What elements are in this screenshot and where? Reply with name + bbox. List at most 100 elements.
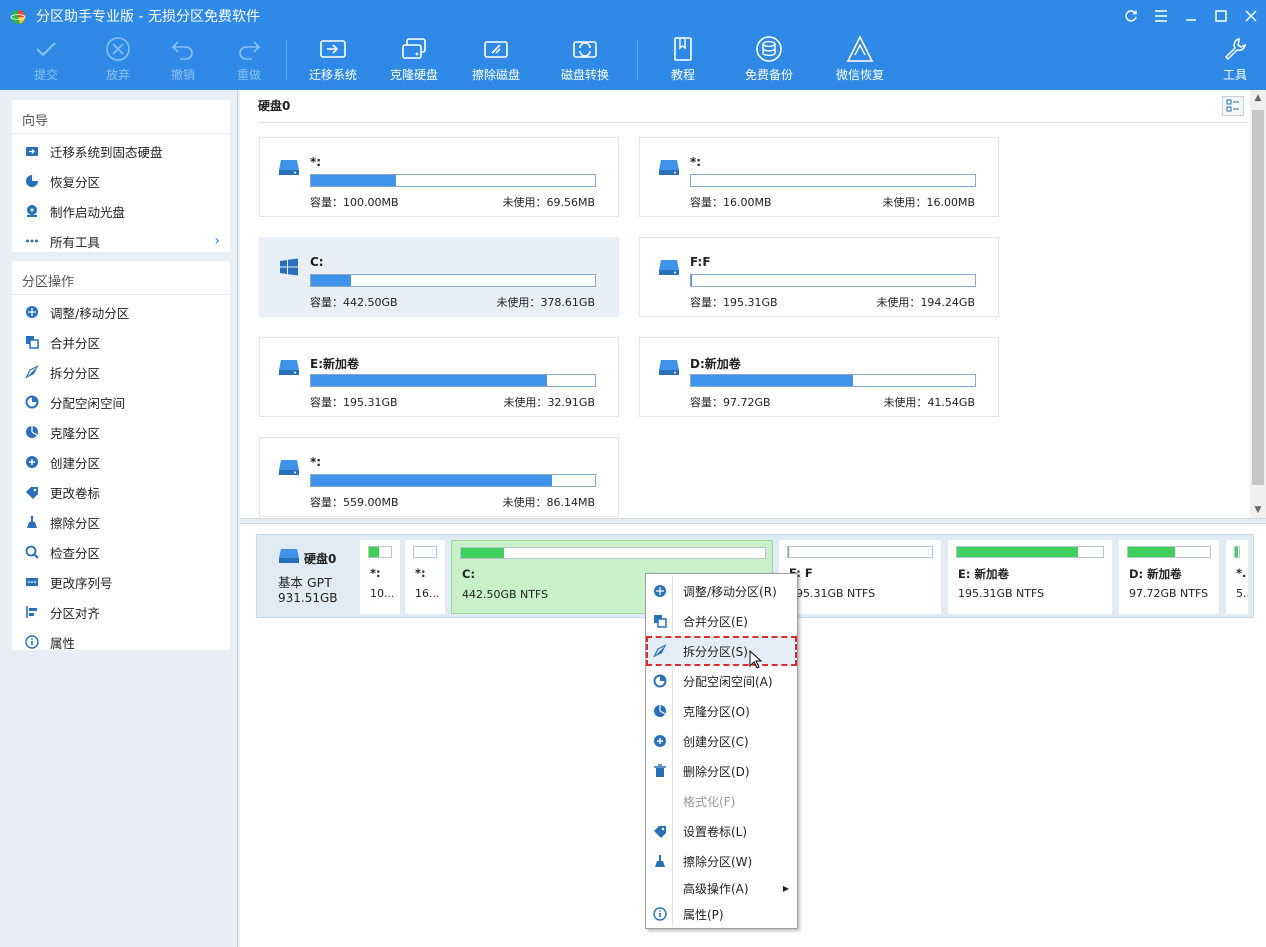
context-menu-item[interactable]: 创建分区(C) xyxy=(648,728,795,754)
info-icon xyxy=(648,907,672,921)
segment-detail: 5... xyxy=(1236,587,1248,600)
usage-bar-fill xyxy=(311,275,351,286)
undo-button[interactable]: 撤销 xyxy=(163,32,203,90)
bootable-media-icon xyxy=(24,203,40,219)
context-menu-item[interactable]: 调整/移动分区(R) xyxy=(648,578,795,604)
refresh-icon[interactable] xyxy=(1116,0,1146,32)
free-text: 未使用：378.61GB xyxy=(496,294,595,310)
disk-convert-button[interactable]: 磁盘转换 xyxy=(555,32,615,90)
free-prefix: 未使用： xyxy=(496,296,541,309)
scroll-up-icon[interactable]: ▲ xyxy=(1250,90,1266,106)
context-menu-item[interactable]: 分配空闲空间(A) xyxy=(648,668,795,694)
sidebar-item-change-label[interactable]: 更改卷标 xyxy=(12,477,230,507)
sidebar-item-clone-partition[interactable]: 克隆分区 xyxy=(12,417,230,447)
partition-card[interactable]: D:新加卷 容量：97.72GB 未使用：41.54GB xyxy=(639,337,999,417)
sidebar-item-recover-partition[interactable]: 恢复分区 xyxy=(12,166,230,196)
scroll-down-icon[interactable]: ▼ xyxy=(1250,502,1266,518)
sidebar-item-split[interactable]: 拆分分区 xyxy=(12,357,230,387)
sidebar-item-all-tools[interactable]: 所有工具 › xyxy=(12,226,230,256)
label-tag-icon xyxy=(24,484,40,500)
disk-convert-icon xyxy=(571,32,599,66)
partition-card[interactable]: *: 容量：16.00MB 未使用：16.00MB xyxy=(639,137,999,217)
sidebar-item-bootable-media[interactable]: 制作启动光盘 xyxy=(12,196,230,226)
close-icon[interactable] xyxy=(1236,0,1266,32)
disk-drive-icon xyxy=(659,360,679,375)
context-menu-item[interactable]: 克隆分区(O) xyxy=(648,698,795,724)
scroll-thumb[interactable] xyxy=(1252,110,1264,485)
segment-label: *. xyxy=(1236,566,1247,580)
context-menu-item[interactable]: 属性(P) xyxy=(648,901,795,927)
disk-map-name: 硬盘0 xyxy=(304,552,337,566)
partition-card[interactable]: C: 容量：442.50GB 未使用：378.61GB xyxy=(259,237,619,317)
disk-map-segment[interactable]: *. 5... xyxy=(1226,540,1248,614)
segment-label: C: xyxy=(462,567,476,581)
free-prefix: 未使用： xyxy=(502,196,547,209)
sidebar-item-wipe-partition[interactable]: 擦除分区 xyxy=(12,507,230,537)
vertical-scrollbar[interactable]: ▲ ▼ xyxy=(1250,90,1266,518)
sidebar-item-create-partition[interactable]: 创建分区 xyxy=(12,447,230,477)
context-menu-item[interactable]: 高级操作(A) ▶ xyxy=(648,875,795,901)
disk-drive-icon xyxy=(279,160,299,175)
sidebar-item-serial-number[interactable]: 更改序列号 xyxy=(12,567,230,597)
commit-button[interactable]: 提交 xyxy=(26,32,66,90)
context-menu-item[interactable]: 擦除分区(W) xyxy=(648,848,795,874)
partition-name: D:新加卷 xyxy=(690,357,741,371)
sidebar-item-resize-move[interactable]: 调整/移动分区 xyxy=(12,297,230,327)
migrate-os-button[interactable]: 迁移系统 xyxy=(302,32,364,90)
usage-bar xyxy=(310,474,596,487)
sidebar-item-align[interactable]: 分区对齐 xyxy=(12,597,230,627)
context-menu-item[interactable]: 合并分区(E) xyxy=(648,608,795,634)
wipe-disk-button[interactable]: 擦除磁盘 xyxy=(466,32,526,90)
context-menu-item[interactable]: 拆分分区(S) xyxy=(646,636,797,666)
sidebar-item-check-partition[interactable]: 检查分区 xyxy=(12,537,230,567)
context-menu-label: 设置卷标(L) xyxy=(683,824,748,839)
disk-map-segment[interactable]: *: 10... xyxy=(360,540,400,614)
free-value: 16.00MB xyxy=(926,196,975,209)
context-menu-label: 调整/移动分区(R) xyxy=(683,584,777,599)
clone-disk-button[interactable]: 克隆硬盘 xyxy=(384,32,444,90)
discard-button[interactable]: 放弃 xyxy=(98,32,138,90)
context-menu-label: 擦除分区(W) xyxy=(683,854,753,869)
context-menu-item[interactable]: 设置卷标(L) xyxy=(648,818,795,844)
resize-move-icon xyxy=(24,304,40,320)
partition-card[interactable]: *: 容量：559.00MB 未使用：86.14MB xyxy=(259,437,619,517)
check-partition-icon xyxy=(24,544,40,560)
sidebar-item-allocate-space[interactable]: 分配空闲空间 xyxy=(12,387,230,417)
wechat-recovery-icon xyxy=(846,32,874,66)
disk-map-segment[interactable]: D: 新加卷 97.72GB NTFS xyxy=(1119,540,1219,614)
minimize-icon[interactable] xyxy=(1176,0,1206,32)
view-toggle-button[interactable] xyxy=(1222,96,1244,116)
wechat-recovery-button[interactable]: 微信恢复 xyxy=(830,32,890,90)
disk-map-segment[interactable]: *: 16... xyxy=(405,540,445,614)
context-menu-item[interactable]: 删除分区(D) xyxy=(648,758,795,784)
disk-info[interactable]: 硬盘0 基本 GPT 931.51GB xyxy=(256,534,356,618)
sidebar-item-migrate-ssd[interactable]: 迁移系统到固态硬盘 xyxy=(12,136,230,166)
partition-card[interactable]: *: 容量：100.00MB 未使用：69.56MB xyxy=(259,137,619,217)
disk-map-segment[interactable]: E: 新加卷 195.31GB NTFS xyxy=(948,540,1112,614)
align-icon xyxy=(24,604,40,620)
segment-usage-bar xyxy=(368,546,392,558)
sidebar-item-properties[interactable]: 属性 xyxy=(12,627,230,657)
partition-card[interactable]: E:新加卷 容量：195.31GB 未使用：32.91GB xyxy=(259,337,619,417)
partition-card[interactable]: F:F 容量：195.31GB 未使用：194.24GB xyxy=(639,237,999,317)
split-icon xyxy=(648,644,672,658)
tutorial-button[interactable]: 教程 xyxy=(663,32,703,90)
maximize-icon[interactable] xyxy=(1206,0,1236,32)
segment-usage-fill xyxy=(957,547,1079,557)
wipe-disk-icon xyxy=(482,32,510,66)
redo-button[interactable]: 重做 xyxy=(229,32,269,90)
capacity-value: 16.00MB xyxy=(723,196,772,209)
segment-usage-fill xyxy=(1235,547,1239,557)
segment-detail: 16... xyxy=(415,587,440,600)
disk-map-segment[interactable]: F: F 195.31GB NTFS xyxy=(779,540,941,614)
capacity-value: 97.72GB xyxy=(723,396,771,409)
operations-card: 分区操作 调整/移动分区 合并分区 拆分分区 分配空闲空间 克隆分区 创建分区 … xyxy=(12,261,230,651)
menu-hamburger-icon[interactable] xyxy=(1146,0,1176,32)
free-backup-button[interactable]: 免费备份 xyxy=(739,32,799,90)
migrate-ssd-icon xyxy=(24,143,40,159)
sidebar-item-merge[interactable]: 合并分区 xyxy=(12,327,230,357)
tools-button[interactable]: 工具 xyxy=(1216,32,1254,90)
capacity-text: 容量：97.72GB xyxy=(690,394,771,410)
disk-map-type: 基本 GPT xyxy=(278,575,332,590)
pane-splitter[interactable] xyxy=(240,518,1266,524)
